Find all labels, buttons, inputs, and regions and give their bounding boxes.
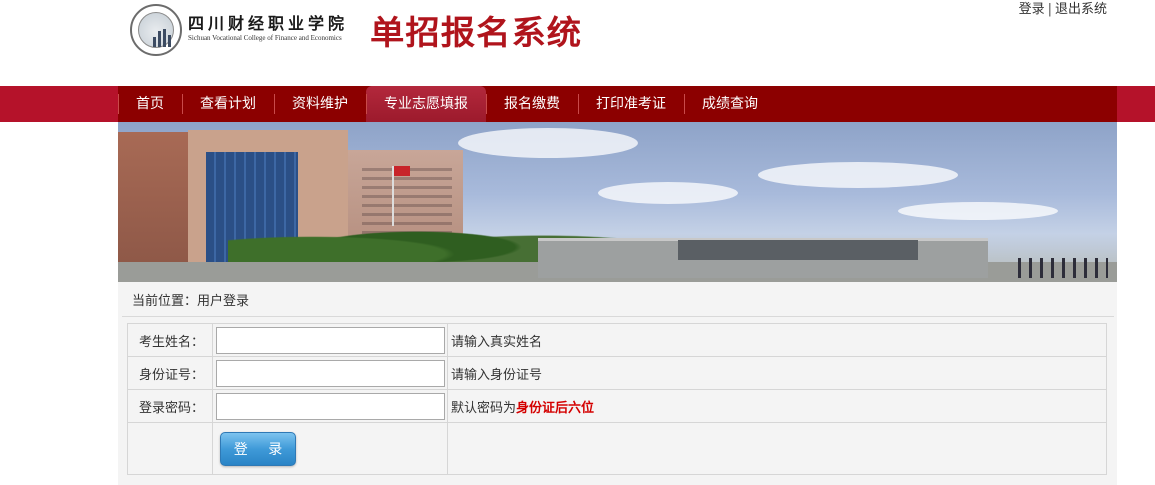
- system-title: 单招报名系统: [370, 13, 583, 52]
- id-label: 身份证号：: [127, 356, 213, 390]
- logout-link[interactable]: 退出系统: [1055, 2, 1107, 17]
- password-hint-strong: 身份证后六位: [516, 400, 595, 416]
- nav-item-view-plan[interactable]: 查看计划: [182, 86, 274, 122]
- nav-item-score-query[interactable]: 成绩查询: [684, 86, 776, 122]
- nav-item-print-ticket[interactable]: 打印准考证: [578, 86, 684, 122]
- college-logo: 四川财经职业学院 Sichuan Vocational College of F…: [130, 4, 600, 58]
- name-label: 考生姓名：: [127, 323, 213, 357]
- college-name-cn: 四川财经职业学院: [188, 14, 349, 33]
- college-name-en: Sichuan Vocational College of Finance an…: [188, 34, 342, 42]
- form-row-submit: 登 录: [127, 422, 1107, 475]
- name-input[interactable]: [216, 326, 445, 354]
- college-seal-icon: [130, 4, 182, 56]
- login-panel: 当前位置：用户登录 考生姓名： 请输入真实姓名 身份证号： 请输入身份证号 登录…: [118, 282, 1117, 485]
- form-row-name: 考生姓名： 请输入真实姓名: [127, 323, 1107, 357]
- login-link[interactable]: 登录: [1019, 2, 1045, 17]
- form-row-id: 身份证号： 请输入身份证号: [127, 356, 1107, 390]
- main-nav: 首页 查看计划 资料维护 专业志愿填报 报名缴费 打印准考证 成绩查询: [0, 86, 1155, 122]
- id-number-input[interactable]: [216, 359, 445, 387]
- nav-bar: 首页 查看计划 资料维护 专业志愿填报 报名缴费 打印准考证 成绩查询: [118, 86, 776, 122]
- password-hint: 默认密码为身份证后六位: [447, 389, 1107, 423]
- nav-item-profile[interactable]: 资料维护: [274, 86, 366, 122]
- header: 四川财经职业学院 Sichuan Vocational College of F…: [0, 0, 1155, 86]
- top-links: 登录 | 退出系统: [1019, 0, 1107, 17]
- campus-banner-image: [118, 122, 1117, 282]
- password-hint-prefix: 默认密码为: [451, 400, 517, 416]
- nav-item-major-choice[interactable]: 专业志愿填报: [366, 86, 486, 122]
- id-hint: 请输入身份证号: [447, 356, 1107, 390]
- breadcrumb: 当前位置：用户登录: [132, 294, 250, 309]
- nav-item-payment[interactable]: 报名缴费: [486, 86, 578, 122]
- nav-item-home[interactable]: 首页: [118, 86, 182, 122]
- password-input[interactable]: [216, 392, 445, 420]
- login-form: 考生姓名： 请输入真实姓名 身份证号： 请输入身份证号 登录密码： 默认密码为身…: [127, 323, 1107, 475]
- form-row-password: 登录密码： 默认密码为身份证后六位: [127, 389, 1107, 423]
- login-button[interactable]: 登 录: [220, 431, 296, 466]
- link-separator: |: [1047, 2, 1052, 17]
- name-hint: 请输入真实姓名: [447, 323, 1107, 357]
- breadcrumb-divider: [122, 316, 1114, 317]
- page: 四川财经职业学院 Sichuan Vocational College of F…: [0, 0, 1155, 485]
- password-label: 登录密码：: [127, 389, 213, 423]
